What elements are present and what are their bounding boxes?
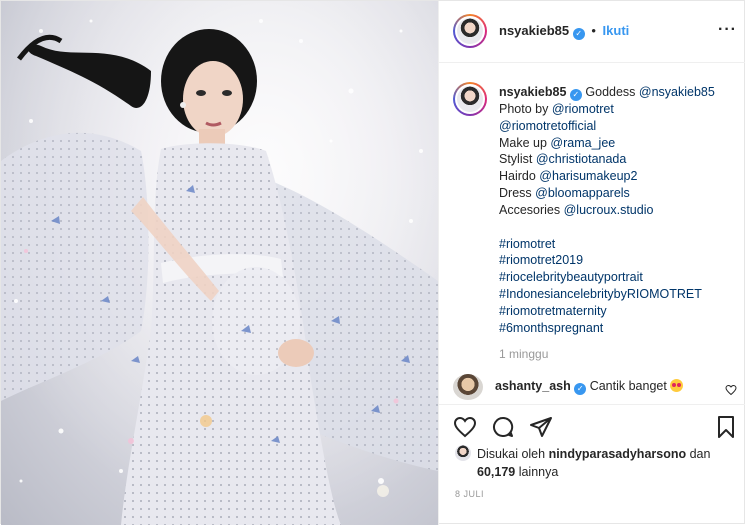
caption-mention[interactable]: @lucroux.studio <box>564 203 654 217</box>
author-row: nsyakieb85 ✓ • Ikuti <box>499 23 629 40</box>
verified-badge-icon: ✓ <box>574 383 587 395</box>
verified-badge-icon: ✓ <box>572 28 585 40</box>
comment-text-row: ashanty_ash ✓ Cantik banget <box>495 379 684 395</box>
author-username[interactable]: nsyakieb85 <box>499 23 569 38</box>
hashtag-link[interactable]: #riomotret <box>499 236 739 253</box>
caption-mention[interactable]: @bloomapparels <box>535 186 630 200</box>
hashtag-link[interactable]: #riocelebritybeautyportrait <box>499 269 739 286</box>
caption-line-prefix: Goddess <box>585 85 639 99</box>
caption-line: Stylist @christiotanada <box>499 151 739 168</box>
post-date[interactable]: 8 JULI <box>455 489 484 499</box>
follow-button[interactable]: Ikuti <box>603 23 630 38</box>
likes-prefix: Disukai oleh <box>477 447 549 461</box>
post-actions: Disukai oleh nindyparasadyharsono dan 60… <box>439 404 745 522</box>
caption-mention[interactable]: @riomotret <box>552 102 614 116</box>
caption-line: Accesories @lucroux.studio <box>499 202 739 219</box>
caption-line-prefix: Stylist <box>499 152 536 167</box>
more-options-icon[interactable]: ··· <box>718 21 737 39</box>
hashtag-link[interactable]: #riomotretmaternity <box>499 303 739 320</box>
caption-line: Photo by @riomotret <box>499 101 739 118</box>
caption-mention[interactable]: @riomotretofficial <box>499 119 596 133</box>
caption-line: @riomotretofficial <box>499 118 739 135</box>
likes-suffix: lainnya <box>515 465 559 479</box>
caption-mention[interactable]: @harisumakeup2 <box>539 169 637 183</box>
hashtag-link[interactable]: #riomotret2019 <box>499 252 739 269</box>
comments-section: nsyakieb85 ✓ Goddess @nsyakieb85 Photo b… <box>439 64 745 404</box>
commenter-username[interactable]: ashanty_ash <box>495 379 571 393</box>
comment-item: ashanty_ash ✓ Cantik banget <box>453 374 743 400</box>
caption-mention[interactable]: @nsyakieb85 <box>639 85 715 99</box>
caption-line-prefix: Photo by <box>499 102 552 116</box>
likes-summary: Disukai oleh nindyparasadyharsono dan 60… <box>455 445 740 481</box>
instagram-post: nsyakieb85 ✓ • Ikuti ··· nsyakieb85 ✓ Go… <box>0 0 745 525</box>
caption-time-ago[interactable]: 1 minggu <box>499 346 739 363</box>
caption-line: Hairdo @harisumakeup2 <box>499 168 739 185</box>
comment-like-heart-icon[interactable] <box>725 384 737 396</box>
likes-count-row[interactable]: 60,179 lainnya <box>455 463 740 481</box>
caption-avatar[interactable] <box>453 82 487 116</box>
caption: nsyakieb85 ✓ Goddess @nsyakieb85 Photo b… <box>499 84 739 363</box>
header-separator: • <box>591 23 596 38</box>
liker-avatar[interactable] <box>455 445 471 461</box>
hashtag-link[interactable]: #6monthspregnant <box>499 320 739 337</box>
comment-bubble-icon[interactable] <box>491 415 515 439</box>
caption-line: nsyakieb85 ✓ Goddess @nsyakieb85 <box>499 84 739 101</box>
bookmark-icon[interactable] <box>715 415 737 439</box>
caption-line: Make up @rama_jee <box>499 135 739 152</box>
comment-text: Cantik banget <box>589 379 667 393</box>
likes-connector: dan <box>686 447 711 461</box>
caption-line-prefix: Make up <box>499 135 551 150</box>
caption-line-prefix: Dress <box>499 185 536 200</box>
caption-line: Dress @bloomapparels <box>499 185 739 202</box>
post-photo[interactable] <box>1 1 438 525</box>
caption-line-prefix: Accesories <box>499 202 564 217</box>
caption-username[interactable]: nsyakieb85 <box>499 85 566 99</box>
post-sidebar: nsyakieb85 ✓ • Ikuti ··· nsyakieb85 ✓ Go… <box>438 1 745 525</box>
verified-badge-icon: ✓ <box>569 89 582 101</box>
photo-illustration <box>1 1 438 525</box>
heart-eyes-emoji-icon <box>670 379 684 392</box>
commenter-avatar[interactable] <box>453 374 483 400</box>
hashtag-link[interactable]: #IndonesiancelebritybyRIOMOTRET <box>499 286 739 303</box>
likes-count[interactable]: 60,179 <box>477 465 515 479</box>
caption-line-prefix: Hairdo <box>499 169 540 184</box>
liker-username[interactable]: nindyparasadyharsono <box>549 447 687 461</box>
caption-mention[interactable]: @christiotanada <box>536 152 627 166</box>
heart-icon[interactable] <box>453 415 477 439</box>
author-avatar[interactable] <box>453 14 487 48</box>
caption-mention[interactable]: @rama_jee <box>550 136 615 150</box>
post-header: nsyakieb85 ✓ • Ikuti ··· <box>439 1 745 63</box>
paper-plane-icon[interactable] <box>529 415 553 439</box>
